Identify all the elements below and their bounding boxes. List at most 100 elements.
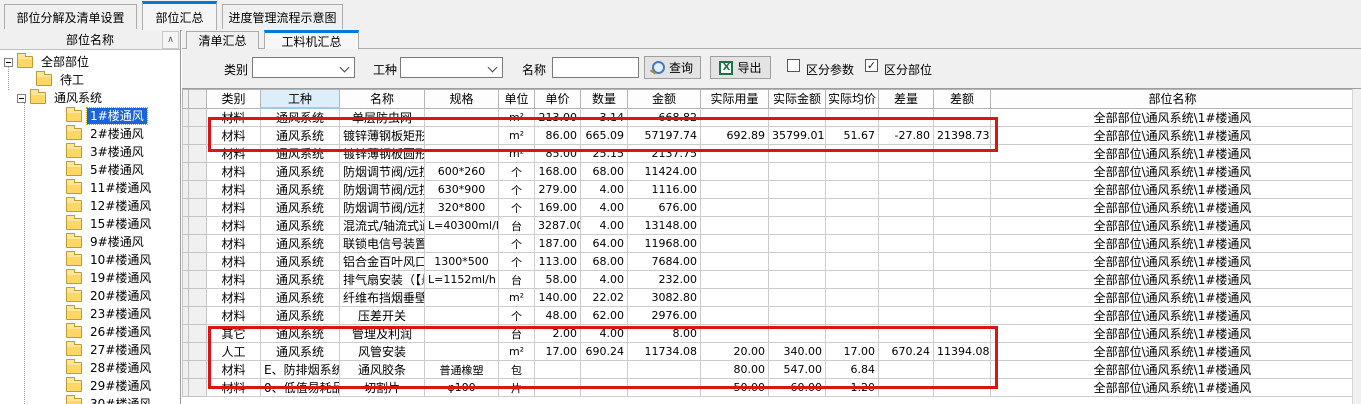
table-cell[interactable]: 58.00 — [535, 271, 581, 289]
table-cell[interactable] — [769, 235, 826, 253]
tree-item[interactable]: 20#楼通风 — [0, 287, 180, 305]
tree-item-label[interactable]: 通风系统 — [51, 90, 105, 106]
table-cell[interactable]: 全部部位\通风系统\1#楼通风 — [991, 361, 1355, 379]
table-cell[interactable]: 全部部位\通风系统\1#楼通风 — [991, 108, 1355, 127]
table-row[interactable]: 材料通风系统混流式/轴流式通风L=40300ml/h台3287.004.0013… — [183, 217, 1355, 235]
table-cell[interactable] — [769, 163, 826, 181]
table-cell[interactable]: 通风系统 — [261, 199, 340, 217]
summary-tab-1[interactable]: 清单汇总 — [186, 31, 259, 49]
table-cell[interactable] — [826, 289, 879, 307]
table-cell[interactable] — [701, 235, 769, 253]
row-indicator[interactable] — [189, 271, 207, 289]
table-cell[interactable] — [826, 108, 879, 127]
table-cell[interactable]: m² — [499, 127, 535, 145]
row-indicator[interactable] — [189, 108, 207, 127]
tree-item[interactable]: 26#楼通风 — [0, 323, 180, 341]
tree-item[interactable]: 11#楼通风 — [0, 179, 180, 197]
table-cell[interactable] — [879, 145, 934, 163]
table-cell[interactable] — [826, 145, 879, 163]
tree-item-label[interactable]: 全部部位 — [38, 54, 92, 70]
table-cell[interactable]: 全部部位\通风系统\1#楼通风 — [991, 325, 1355, 343]
tree-item-label[interactable]: 10#楼通风 — [87, 252, 154, 268]
column-header[interactable]: 差额 — [934, 90, 991, 109]
table-cell[interactable] — [934, 181, 991, 199]
table-cell[interactable]: 台 — [499, 271, 535, 289]
table-cell[interactable]: 通风系统 — [261, 217, 340, 235]
table-cell[interactable]: 51.67 — [826, 127, 879, 145]
table-cell[interactable]: 材料 — [207, 271, 261, 289]
table-cell[interactable] — [581, 379, 628, 397]
distinguish-parts-checkbox[interactable]: ✓ — [865, 59, 878, 72]
table-cell[interactable]: 68.00 — [581, 163, 628, 181]
row-indicator[interactable] — [189, 145, 207, 163]
table-cell[interactable] — [879, 307, 934, 325]
table-cell[interactable]: 2976.00 — [628, 307, 701, 325]
row-indicator[interactable] — [189, 217, 207, 235]
table-cell[interactable] — [769, 217, 826, 235]
table-cell[interactable]: 全部部位\通风系统\1#楼通风 — [991, 343, 1355, 361]
table-cell[interactable]: 通风系统 — [261, 325, 340, 343]
table-cell[interactable]: 3.14 — [581, 108, 628, 127]
tree-item[interactable]: 通风系统 — [0, 89, 180, 107]
table-cell[interactable] — [879, 289, 934, 307]
column-header[interactable]: 类别 — [207, 90, 261, 109]
table-cell[interactable]: 排气扇安装（【悬 — [340, 271, 425, 289]
table-cell[interactable]: 混流式/轴流式通风 — [340, 217, 425, 235]
table-cell[interactable] — [769, 271, 826, 289]
tree-item[interactable]: 全部部位 — [0, 53, 180, 71]
table-cell[interactable]: 防烟调节阀/远控排 — [340, 199, 425, 217]
table-cell[interactable] — [934, 361, 991, 379]
table-cell[interactable]: 单层防虫网 — [340, 108, 425, 127]
table-cell[interactable]: 通风系统 — [261, 235, 340, 253]
table-cell[interactable]: 通风系统 — [261, 271, 340, 289]
table-cell[interactable]: 材料 — [207, 163, 261, 181]
column-header[interactable]: 实际用量 — [701, 90, 769, 109]
row-indicator[interactable] — [189, 325, 207, 343]
table-cell[interactable]: 材料 — [207, 217, 261, 235]
tree-item[interactable]: 29#楼通风 — [0, 377, 180, 395]
table-cell[interactable] — [701, 253, 769, 271]
table-cell[interactable] — [934, 163, 991, 181]
table-cell[interactable] — [425, 325, 499, 343]
category-select[interactable] — [252, 57, 355, 78]
table-cell[interactable]: 547.00 — [769, 361, 826, 379]
table-row[interactable]: 材料通风系统纤维布挡烟垂壁m²140.0022.023082.80全部部位\通风… — [183, 289, 1355, 307]
table-cell[interactable] — [879, 271, 934, 289]
table-cell[interactable] — [934, 325, 991, 343]
table-row[interactable]: 材料通风系统压差开关个48.0062.002976.00全部部位\通风系统\1#… — [183, 307, 1355, 325]
table-cell[interactable]: 材料 — [207, 199, 261, 217]
tree-item[interactable]: 23#楼通风 — [0, 305, 180, 323]
row-indicator[interactable] — [189, 289, 207, 307]
table-cell[interactable]: 4.00 — [581, 325, 628, 343]
table-cell[interactable]: E、防排烟系统 — [261, 361, 340, 379]
table-row[interactable]: 材料通风系统单层防虫网m²213.003.14668.82全部部位\通风系统\1… — [183, 108, 1355, 127]
table-cell[interactable]: 铝合金百叶风口 — [340, 253, 425, 271]
table-cell[interactable] — [701, 325, 769, 343]
table-cell[interactable] — [769, 181, 826, 199]
table-cell[interactable]: 600*260 — [425, 163, 499, 181]
table-cell[interactable] — [581, 361, 628, 379]
table-cell[interactable] — [628, 379, 701, 397]
table-cell[interactable]: 80.00 — [701, 361, 769, 379]
table-cell[interactable]: 切割片 — [340, 379, 425, 397]
tree-item[interactable]: 19#楼通风 — [0, 269, 180, 287]
tree-item-label[interactable]: 29#楼通风 — [87, 378, 154, 394]
tree-item[interactable]: 10#楼通风 — [0, 251, 180, 269]
table-cell[interactable]: 镀锌薄钢板矩形风管 — [340, 127, 425, 145]
table-cell[interactable] — [879, 361, 934, 379]
table-cell[interactable] — [701, 199, 769, 217]
table-cell[interactable]: 86.00 — [535, 127, 581, 145]
table-cell[interactable]: 48.00 — [535, 307, 581, 325]
table-cell[interactable]: 6.84 — [826, 361, 879, 379]
tree-item[interactable]: 15#楼通风 — [0, 215, 180, 233]
table-cell[interactable] — [701, 181, 769, 199]
tree-item[interactable]: 12#楼通风 — [0, 197, 180, 215]
table-cell[interactable]: 材料 — [207, 361, 261, 379]
table-cell[interactable] — [934, 307, 991, 325]
table-cell[interactable] — [934, 108, 991, 127]
row-indicator[interactable] — [189, 343, 207, 361]
row-indicator[interactable] — [189, 127, 207, 145]
table-cell[interactable]: 材料 — [207, 235, 261, 253]
table-cell[interactable]: 17.00 — [535, 343, 581, 361]
table-cell[interactable]: 通风系统 — [261, 145, 340, 163]
